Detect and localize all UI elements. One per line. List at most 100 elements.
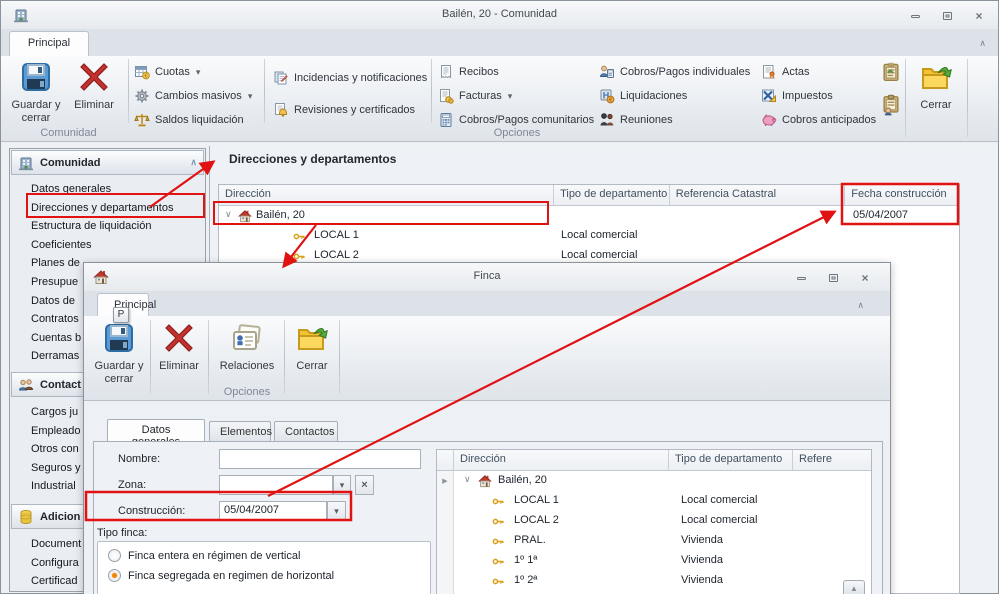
expander-icon[interactable]: ∨ — [464, 474, 471, 485]
dialog-ribbon: Guardar y cerrar Eliminar Relaciones Cer… — [84, 316, 890, 401]
ribbon-item-revisiones[interactable]: Revisiones y certificados — [273, 99, 415, 121]
house-icon — [478, 474, 492, 488]
scroll-up-button[interactable]: ▲ — [843, 580, 865, 594]
table-row[interactable]: 1º 2ª Vivienda — [437, 571, 871, 591]
sidebar-group-label: Comunidad — [40, 156, 101, 169]
ribbon-item-incidencias[interactable]: Incidencias y notificaciones — [273, 67, 427, 89]
page-title: Direcciones y departamentos — [229, 152, 397, 166]
col-fecha[interactable]: Fecha construcción — [845, 185, 959, 205]
impuestos-label: Impuestos — [782, 90, 833, 102]
dropdown-arrow-icon: ▾ — [507, 90, 513, 101]
col-referencia[interactable]: Referencia Catastral — [670, 185, 846, 205]
sidebar-item[interactable]: Datos generales — [11, 180, 204, 199]
dialog-close-button[interactable]: × — [854, 271, 876, 285]
table-row[interactable]: ∨ Bailén, 20 05/04/2007 — [219, 206, 959, 226]
table-row[interactable]: LOCAL 2 Local comercial — [437, 511, 871, 531]
zona-clear-button[interactable]: × — [355, 475, 374, 495]
dialog-close-big-button[interactable]: Cerrar — [287, 320, 337, 373]
close-button[interactable]: × — [968, 9, 990, 23]
dialog-departments-grid: Dirección Tipo de departamento Refere ▶ ∨… — [436, 449, 872, 594]
sidebar-item[interactable]: Estructura de liquidación — [11, 217, 204, 236]
dialog-save-close-button[interactable]: Guardar y cerrar — [93, 320, 145, 386]
radio-finca-segregada[interactable]: Finca segregada en regimen de horizontal — [108, 569, 430, 582]
table-row[interactable]: 1º 1ª Vivienda — [437, 551, 871, 571]
save-close-button[interactable]: Guardar y cerrar — [9, 59, 63, 125]
tool-button-bottom[interactable] — [880, 94, 902, 116]
row-selector — [437, 531, 454, 551]
construccion-label: Construcción: — [118, 505, 186, 517]
key-icon — [492, 495, 505, 508]
tab-datos-generales[interactable]: Datos generales — [107, 419, 205, 448]
id-cards-icon — [231, 324, 263, 357]
cell-direccion: LOCAL 2 — [314, 249, 359, 261]
gear-icon — [134, 88, 150, 104]
expander-icon[interactable]: ∨ — [225, 209, 232, 220]
tab-contactos[interactable]: Contactos — [274, 421, 338, 442]
zona-label: Zona: — [118, 479, 147, 491]
radio-label: Finca entera en régimen de vertical — [128, 549, 301, 562]
collapse-ribbon-icon[interactable]: ∧ — [979, 38, 986, 49]
dialog-col-direccion[interactable]: Dirección — [454, 450, 669, 470]
pages-pencil-icon — [273, 70, 289, 86]
chevron-up-icon: ∧ — [190, 157, 197, 167]
table-row[interactable]: ▶ ∨ Bailén, 20 — [437, 471, 871, 491]
dropdown-arrow-icon: ▾ — [247, 90, 253, 101]
cell-direccion: PRAL. — [514, 534, 546, 546]
cell-tipo: Local comercial — [561, 229, 638, 241]
zona-input[interactable] — [219, 475, 333, 495]
dialog-col-referencia[interactable]: Refere — [793, 450, 869, 470]
dialog-col-tipo[interactable]: Tipo de departamento — [669, 450, 793, 470]
folder-arrow-icon — [920, 67, 952, 96]
dropdown-arrow-icon: ▾ — [195, 66, 201, 77]
radio-finca-entera[interactable]: Finca entera en régimen de vertical — [108, 549, 430, 562]
tax-chart-icon — [761, 88, 777, 104]
dialog-maximize-button[interactable] — [822, 271, 844, 285]
col-tipo[interactable]: Tipo de departamento — [554, 185, 670, 205]
zona-dropdown-button[interactable]: ▾ — [333, 475, 351, 495]
ribbon-item-liquidaciones[interactable]: H € Liquidaciones — [599, 85, 687, 107]
sidebar-item[interactable]: Direcciones y departamentos — [11, 199, 204, 218]
table-row[interactable]: PRAL. Vivienda — [437, 531, 871, 551]
tab-principal[interactable]: Principal — [9, 31, 89, 56]
close-community-button[interactable]: Cerrar — [909, 59, 963, 112]
delete-label: Eliminar — [74, 99, 114, 111]
col-direccion[interactable]: Dirección — [219, 185, 555, 205]
sidebar-group-comunidad[interactable]: Comunidad ∧ — [11, 150, 204, 175]
construccion-input[interactable]: 05/04/2007 — [219, 501, 327, 521]
tab-elementos[interactable]: Elementos — [209, 421, 272, 442]
sidebar-item[interactable]: Coeficientes — [11, 236, 204, 255]
table-row[interactable]: LOCAL 1 Local comercial — [437, 491, 871, 511]
tipo-finca-label: Tipo finca: — [97, 527, 148, 539]
nombre-input[interactable] — [219, 449, 421, 469]
ribbon-item-cuotas[interactable]: € Cuotas ▾ — [134, 61, 200, 83]
tool-button-top[interactable] — [880, 61, 902, 83]
ribbon-item-recibos[interactable]: Recibos — [438, 61, 499, 83]
cambios-label: Cambios masivos — [155, 90, 242, 102]
ribbon-item-cambios-masivos[interactable]: Cambios masivos ▾ — [134, 85, 252, 107]
invoice-icon — [438, 88, 454, 104]
cell-direccion: Bailén, 20 — [498, 474, 547, 486]
radio-icon — [108, 549, 121, 562]
dialog-collapse-ribbon-icon[interactable]: ∧ — [857, 300, 864, 311]
ribbon-item-facturas[interactable]: Facturas ▾ — [438, 85, 512, 107]
dialog-minimize-button[interactable] — [790, 271, 812, 285]
table-coin-icon: € — [134, 64, 150, 80]
dialog-relations-label: Relaciones — [219, 360, 275, 372]
dialog-delete-button[interactable]: Eliminar — [153, 320, 205, 373]
cell-tipo: Local comercial — [681, 514, 758, 526]
dialog-relations-button[interactable]: Relaciones — [212, 320, 282, 373]
finca-dialog: Finca × Principal ∧ P Guardar y cerrar E… — [83, 262, 891, 594]
people-icon — [18, 377, 34, 393]
incidencias-label: Incidencias y notificaciones — [294, 72, 428, 84]
cell-direccion: 1º 2ª — [514, 574, 538, 586]
ribbon-item-impuestos[interactable]: Impuestos — [761, 85, 833, 107]
ribbon-item-cobros-individuales[interactable]: Cobros/Pagos individuales — [599, 61, 750, 83]
construccion-dropdown-button[interactable]: ▾ — [327, 501, 346, 521]
grid-header-row: Dirección Tipo de departamento Referenci… — [219, 185, 959, 206]
ribbon-item-actas[interactable]: Actas — [761, 61, 810, 83]
cell-direccion: 1º 1ª — [514, 554, 538, 566]
minimize-button[interactable] — [904, 9, 926, 23]
maximize-button[interactable] — [936, 9, 958, 23]
delete-button[interactable]: Eliminar — [67, 59, 121, 112]
table-row[interactable]: LOCAL 1 Local comercial — [219, 226, 959, 246]
